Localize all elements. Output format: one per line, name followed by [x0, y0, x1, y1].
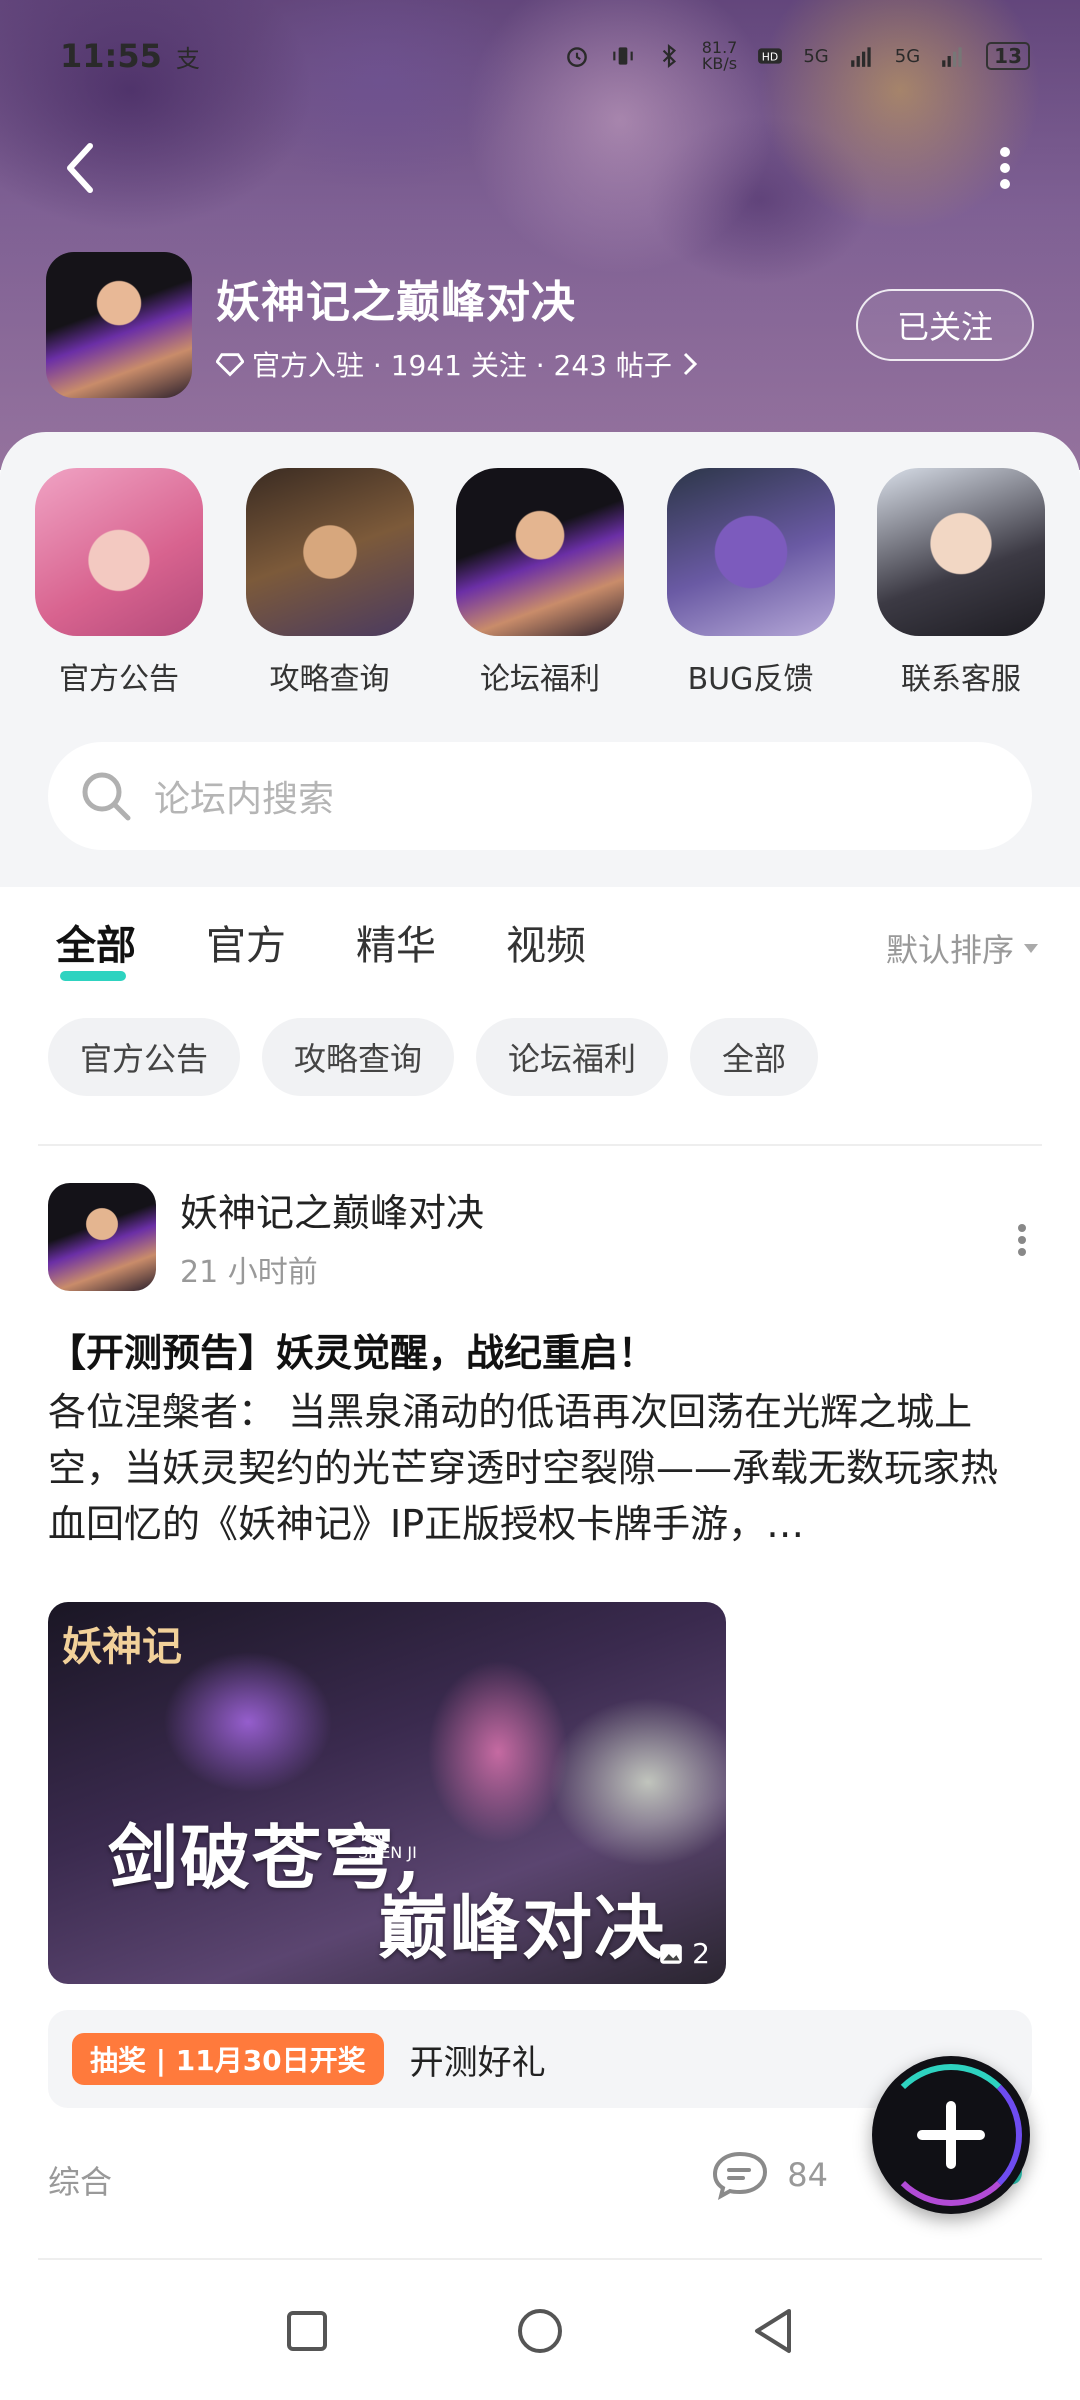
quick-entry-announcement[interactable]: 官方公告: [34, 468, 204, 698]
author-meta: 妖神记之巅峰对决 21 小时前: [180, 1182, 484, 1291]
post-tabs: 全部 官方 精华 视频 默认排序: [0, 887, 1080, 997]
plus-icon: [917, 2101, 985, 2169]
tab-all[interactable]: 全部: [56, 913, 136, 981]
forum-stats[interactable]: 官方入驻 · 1941 关注 · 243 帖子: [216, 344, 856, 384]
forum-title: 妖神记之巅峰对决: [216, 277, 576, 328]
alarm-icon: [566, 47, 587, 67]
battery-indicator: 13: [986, 42, 1030, 70]
quick-entry-image: [245, 468, 414, 636]
quick-entry-label: 攻略查询: [269, 662, 390, 697]
sort-label: 默认排序: [885, 931, 1014, 969]
forum-sheet: 官方公告 攻略查询 论坛福利 BUG反馈 联系客服 论坛内搜索: [0, 432, 1080, 887]
post-body[interactable]: 各位涅槃者： 当黑泉涌动的低语再次回荡在光辉之城上空，当妖灵契约的光芒穿透时空裂…: [48, 1384, 1032, 1552]
network-5g-2: 5G: [894, 45, 921, 67]
hd-icon: HD: [758, 48, 783, 64]
status-time: 11:55: [60, 37, 162, 75]
post-time: 21 小时前: [180, 1255, 318, 1290]
post-author[interactable]: 妖神记之巅峰对决 21 小时前: [48, 1182, 484, 1291]
chip-welfare[interactable]: 论坛福利: [476, 1018, 669, 1096]
quick-entry-support[interactable]: 联系客服: [876, 468, 1046, 698]
back-button[interactable]: [748, 2306, 798, 2356]
diamond-icon: [216, 353, 244, 377]
divider: [38, 2258, 1042, 2260]
quick-entry-image: [35, 468, 203, 636]
author-name: 妖神记之巅峰对决: [180, 1191, 485, 1235]
caret-down-icon: [1024, 944, 1038, 953]
chip-guide[interactable]: 攻略查询: [262, 1018, 455, 1096]
tab-featured[interactable]: 精华: [356, 913, 436, 971]
forum-header: 妖神记之巅峰对决 官方入驻 · 1941 关注 · 243 帖子 已关注: [46, 250, 1034, 400]
quick-entry-label: BUG反馈: [687, 662, 814, 697]
quick-entries: 官方公告 攻略查询 论坛福利 BUG反馈 联系客服: [34, 468, 1046, 698]
tab-video[interactable]: 视频: [506, 913, 586, 971]
forum-meta: 妖神记之巅峰对决 官方入驻 · 1941 关注 · 243 帖子: [216, 266, 856, 384]
sort-dropdown[interactable]: 默认排序: [886, 925, 1040, 971]
square-icon: [286, 2311, 327, 2351]
back-arrow-icon[interactable]: [56, 138, 106, 198]
tab-official[interactable]: 官方: [206, 913, 286, 971]
system-navigation-bar: [0, 2262, 1080, 2400]
forum-search-input[interactable]: 论坛内搜索: [48, 742, 1032, 850]
forum-avatar[interactable]: [46, 252, 192, 398]
image-sub-text: YAO SHEN JI: [358, 1826, 417, 1862]
post-more-icon[interactable]: [1012, 1220, 1032, 1260]
quick-entry-label: 官方公告: [59, 662, 179, 697]
filter-chips: 官方公告 攻略查询 论坛福利 全部: [48, 1018, 819, 1096]
svg-text:HD: HD: [762, 50, 778, 63]
avatar[interactable]: [48, 1182, 156, 1291]
forum-page: 11:55 支 81.7 KB/s HD 5G 5G 13 妖神记之巅峰对决 官…: [0, 0, 1080, 2400]
forum-stats-text: 官方入驻 · 1941 关注 · 243 帖子: [252, 349, 672, 382]
bluetooth-icon: [662, 43, 676, 69]
divider: [38, 1144, 1042, 1146]
more-vertical-icon[interactable]: [990, 138, 1020, 198]
quick-entry-label: 联系客服: [901, 662, 1021, 697]
post-image[interactable]: 妖神记 剑破苍穹, YAO SHEN JI 巅峰对决 2: [48, 1602, 726, 1984]
image-logo-text: 妖神记: [62, 1623, 182, 1670]
vibrate-icon: [612, 47, 633, 65]
image-stack-icon: [660, 1943, 683, 1964]
comment-icon: [713, 2151, 768, 2200]
quick-entry-image: [456, 468, 624, 636]
quick-entry-image: [666, 468, 835, 636]
quick-entry-guide[interactable]: 攻略查询: [245, 468, 415, 698]
follow-button[interactable]: 已关注: [856, 289, 1034, 361]
circle-icon: [517, 2309, 562, 2353]
network-5g-1: 5G: [803, 45, 829, 67]
chip-announcement[interactable]: 官方公告: [48, 1018, 241, 1096]
quick-entry-bug-report[interactable]: BUG反馈: [666, 468, 836, 698]
chip-all[interactable]: 全部: [690, 1018, 819, 1096]
status-bar: 11:55 支 81.7 KB/s HD 5G 5G 13: [60, 34, 1030, 78]
chevron-right-icon: [683, 352, 698, 376]
comment-count: 84: [787, 2156, 828, 2194]
post-title[interactable]: 【开测预告】妖灵觉醒，战纪重启！: [48, 1322, 656, 1377]
triangle-back-icon: [755, 2309, 792, 2353]
net-speed: 81.7 KB/s: [701, 38, 738, 73]
status-extra-glyph: 支: [175, 44, 200, 73]
lottery-tag: 抽奖 | 11月30日开奖: [72, 2033, 384, 2085]
comment-button[interactable]: 84: [711, 2150, 828, 2200]
signal-icon: [850, 47, 871, 67]
lottery-text: 开测好礼: [409, 2042, 546, 2083]
quick-entry-image: [877, 468, 1045, 636]
recent-apps-button[interactable]: [282, 2306, 332, 2356]
post-category: 综合: [48, 2163, 113, 2201]
home-button[interactable]: [515, 2306, 565, 2356]
create-post-button[interactable]: [872, 2056, 1030, 2214]
search-icon: [82, 772, 131, 821]
quick-entry-welfare[interactable]: 论坛福利: [455, 468, 625, 698]
quick-entry-label: 论坛福利: [480, 662, 600, 697]
search-placeholder: 论坛内搜索: [154, 779, 335, 820]
image-count: 2: [692, 1937, 710, 1970]
signal-icon-2: [942, 47, 962, 67]
image-count-badge: 2: [658, 1937, 710, 1970]
image-slogan-line2: 巅峰对决: [378, 1886, 666, 1969]
